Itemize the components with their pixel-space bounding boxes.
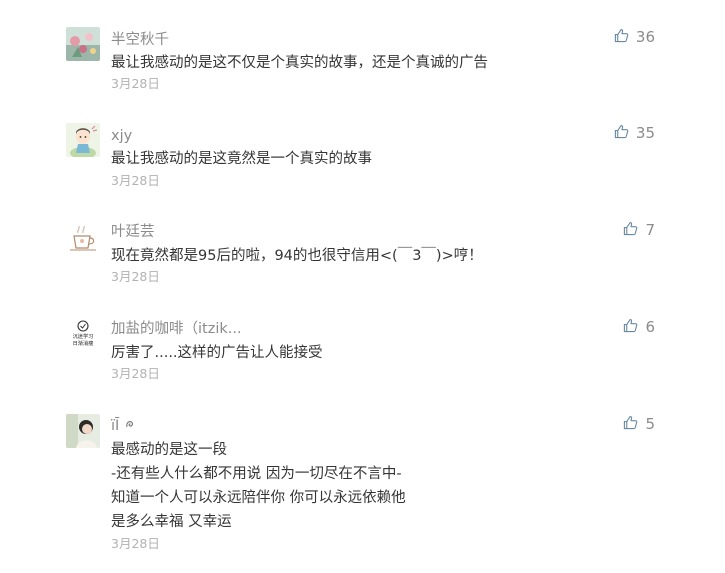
like-count: 6 [645,318,655,336]
like-button[interactable]: 35 [614,123,655,143]
comment-author[interactable]: 叶廷芸 [111,222,155,242]
comment-line: 是多么幸福 又幸运 [111,514,232,530]
comment-author[interactable]: 加盐的咖啡（itzik... [111,319,242,339]
like-count: 36 [635,28,655,46]
thumbs-up-icon [623,221,638,240]
avatar-logo-text: 日渐消瘦 [73,339,94,347]
comment-date: 3月28日 [111,366,160,381]
like-count: 7 [645,221,655,239]
avatar[interactable] [66,27,100,61]
comment-date: 3月28日 [111,76,160,91]
comment-text: 最让我感动的是这不仅是个真实的故事，还是个真诚的广告 [111,51,488,75]
comment-line: 现在竟然都是95后的啦，94的也很守信用<(￣3￣)>哼！ [111,248,483,264]
comment-line: -还有些人什么都不用说 因为一切尽在不言中- [111,466,402,482]
comment-author[interactable]: ïĪ [111,416,135,436]
avatar[interactable] [66,220,100,254]
thumbs-up-icon [614,124,629,143]
comment-text: 现在竟然都是95后的啦，94的也很守信用<(￣3￣)>哼！ [111,244,483,268]
avatar[interactable] [66,414,100,448]
nickname-badge-icon [125,415,135,435]
comment-author-name: ïĪ [111,418,120,434]
comment-date: 3月28日 [111,269,160,284]
comment-text: 厉害了.....这样的广告让人能接受 [111,341,323,365]
like-count: 35 [635,124,655,142]
thumbs-up-icon [614,28,629,47]
comment-text: 最让我感动的是这竟然是一个真实的故事 [111,147,372,171]
like-button[interactable]: 36 [614,27,655,47]
avatar[interactable] [66,123,100,157]
comment-text: 最感动的是这一段 -还有些人什么都不用说 因为一切尽在不言中- 知道一个人可以永… [111,438,406,534]
thumbs-up-icon [623,318,638,337]
comment-author[interactable]: 半空秋千 [111,30,169,50]
comment-author[interactable]: xjy [111,126,132,146]
comment-date: 3月28日 [111,536,160,551]
comment-line: 最让我感动的是这竟然是一个真实的故事 [111,151,372,167]
thumbs-up-icon [623,415,638,434]
comment-line: 最感动的是这一段 [111,442,227,458]
like-button[interactable]: 5 [623,414,655,434]
comment-line: 知道一个人可以永远陪伴你 你可以永远依赖他 [111,490,406,506]
comment-line: 最让我感动的是这不仅是个真实的故事，还是个真诚的广告 [111,55,488,71]
like-button[interactable]: 7 [623,220,655,240]
like-button[interactable]: 6 [623,317,655,337]
comment-line: 厉害了.....这样的广告让人能接受 [111,345,323,361]
avatar-logo-text: 沉迷学习 [73,332,94,340]
like-count: 5 [645,415,655,433]
avatar[interactable]: 沉迷学习 日渐消瘦 [66,317,100,351]
comment-date: 3月28日 [111,173,160,188]
